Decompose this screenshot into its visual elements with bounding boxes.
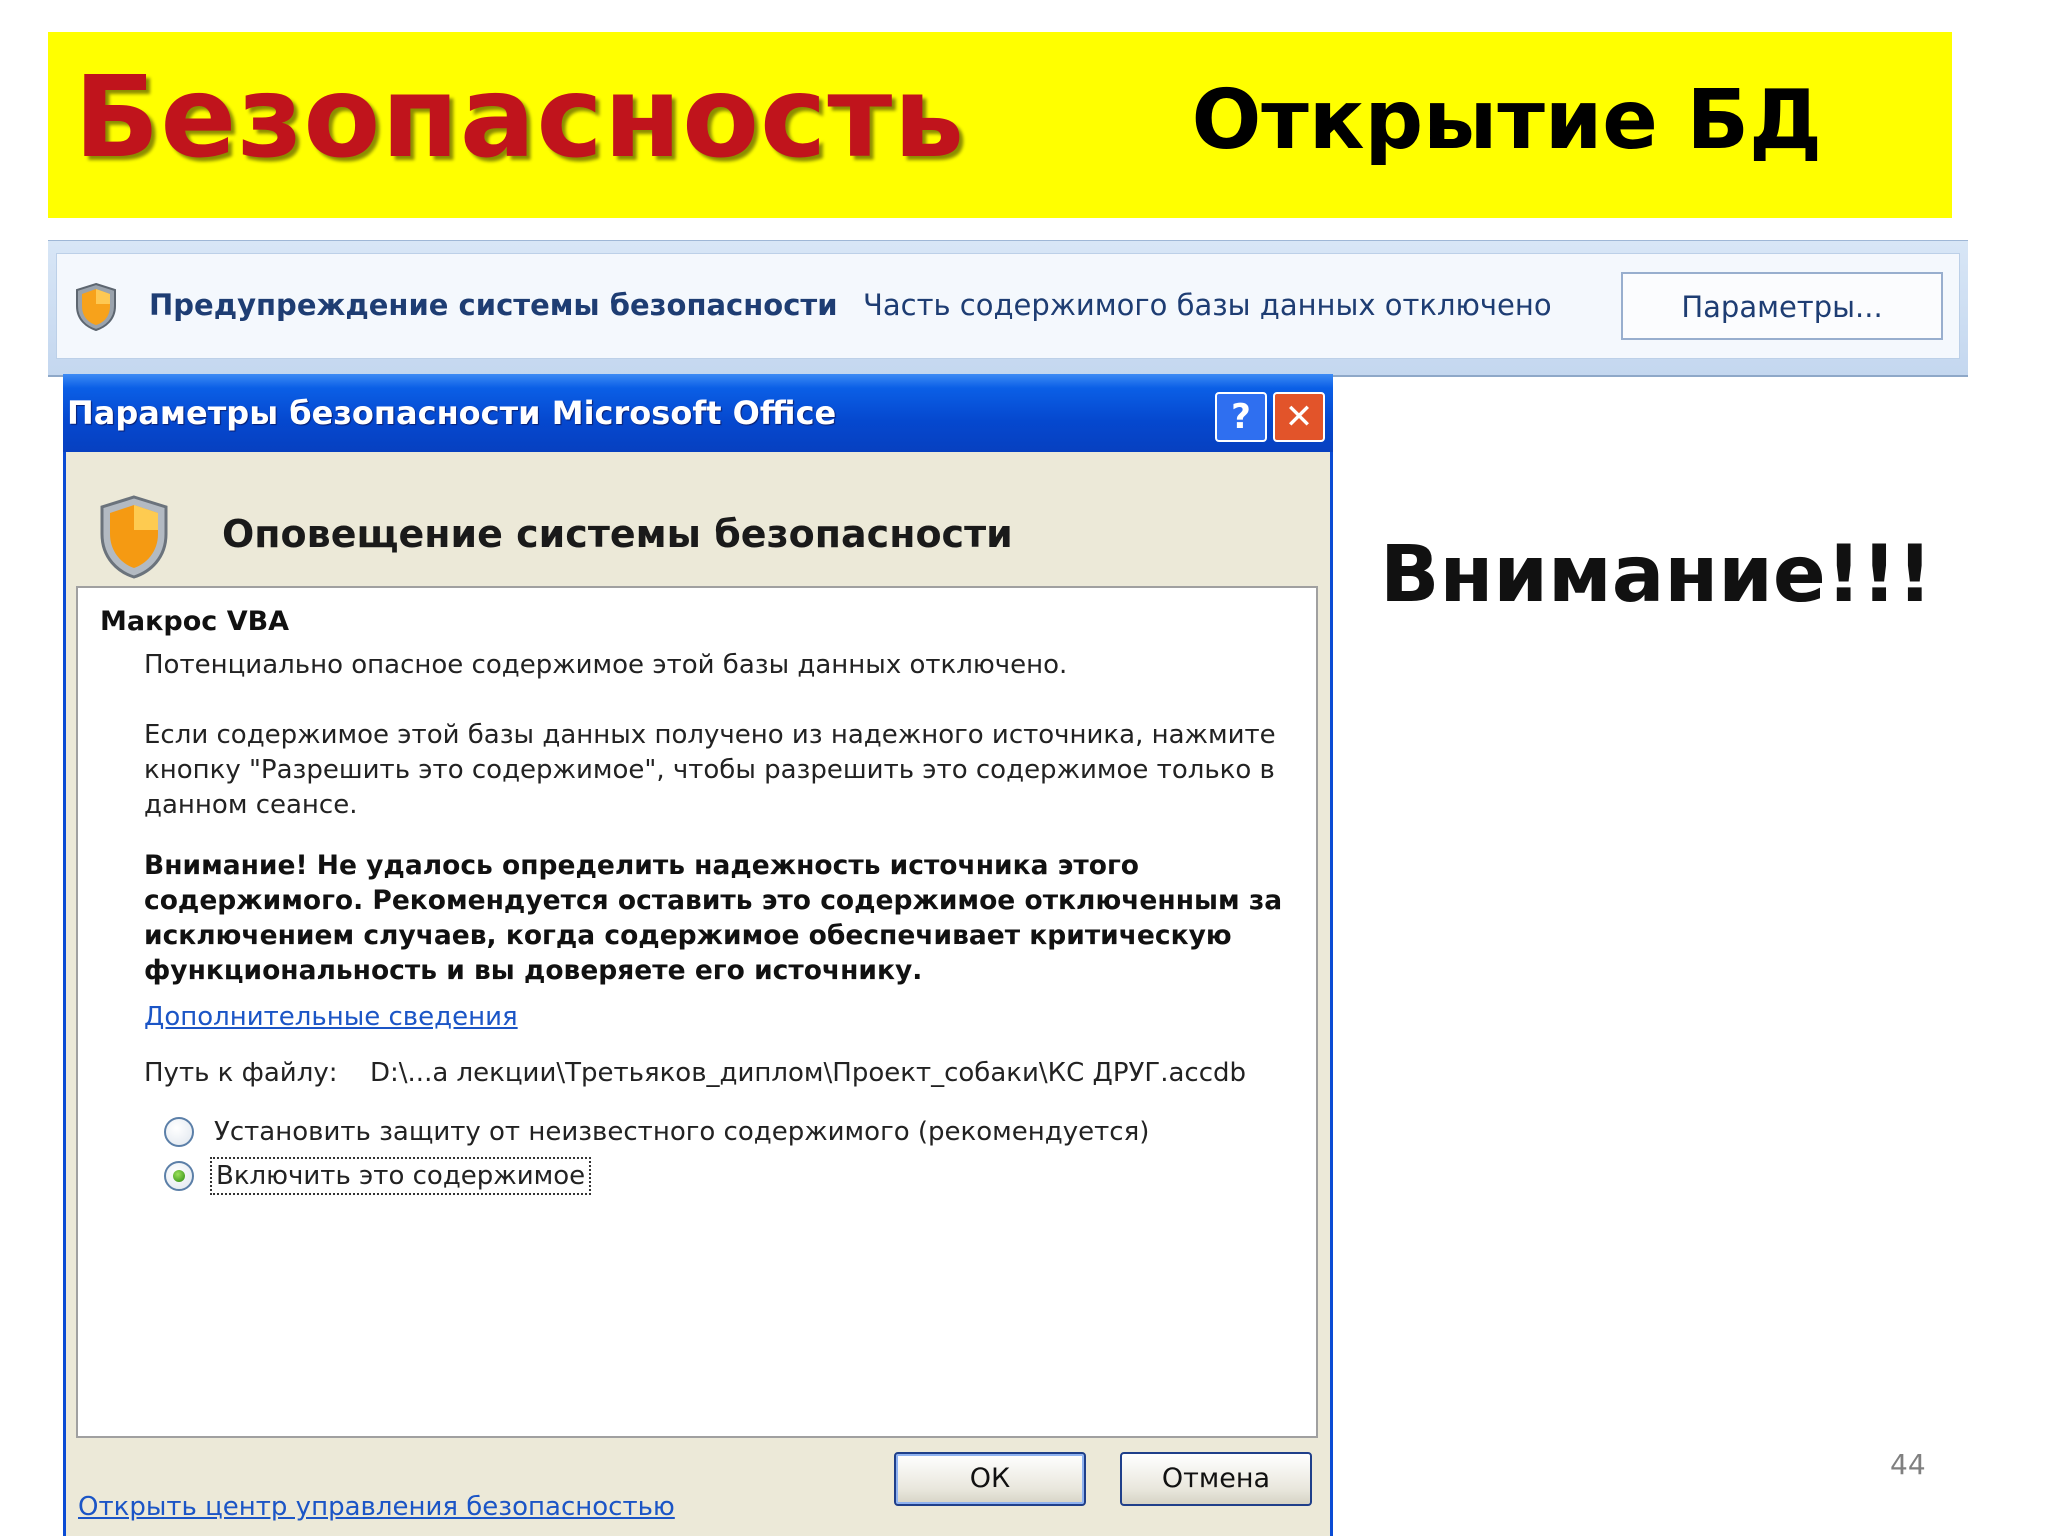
option-label[interactable]: Установить защиту от неизвестного содерж… <box>214 1117 1149 1147</box>
dialog-titlebar[interactable]: Параметры безопасности Microsoft Office … <box>63 374 1333 452</box>
close-button[interactable]: ✕ <box>1273 392 1325 442</box>
file-path-value: D:\...а лекции\Третьяков_диплом\Проект_с… <box>370 1058 1247 1088</box>
option-enable[interactable]: Включить это содержимое <box>164 1156 592 1196</box>
radio-button-selected[interactable] <box>164 1161 194 1191</box>
more-info-link[interactable]: Дополнительные сведения <box>144 1002 518 1032</box>
ok-button[interactable]: ОК <box>894 1452 1086 1506</box>
slide-subtitle: Открытие БД <box>1191 73 1822 168</box>
options-button[interactable]: Параметры... <box>1621 272 1943 340</box>
section-title: Макрос VBA <box>100 606 290 637</box>
message-bar-text: Часть содержимого базы данных отключено <box>863 288 1552 322</box>
slide-title: Безопасность <box>74 53 966 183</box>
message-bar-title: Предупреждение системы безопасности <box>149 288 838 322</box>
dialog-heading: Оповещение системы безопасности <box>222 512 1013 556</box>
option-protect[interactable]: Установить защиту от неизвестного содерж… <box>164 1112 1149 1152</box>
warning-text: Внимание! Не удалось определить надежнос… <box>144 850 1283 986</box>
file-path-label: Путь к файлу: <box>144 1058 338 1088</box>
attention-callout: Внимание!!! <box>1380 530 1933 620</box>
help-button[interactable]: ? <box>1215 392 1267 442</box>
message-bar-panel: Предупреждение системы безопасности Част… <box>56 253 1960 359</box>
cancel-button[interactable]: Отмена <box>1120 1452 1312 1506</box>
radio-button[interactable] <box>164 1117 194 1147</box>
slide-header: Безопасность Открытие БД <box>48 32 1952 218</box>
shield-icon <box>76 282 116 332</box>
dialog-title: Параметры безопасности Microsoft Office <box>67 394 837 432</box>
option-label[interactable]: Включить это содержимое <box>209 1157 592 1195</box>
page-number: 44 <box>1890 1448 1926 1481</box>
security-options-dialog: Параметры безопасности Microsoft Office … <box>63 374 1333 1536</box>
disabled-content-notice: Потенциально опасное содержимое этой баз… <box>144 650 1068 680</box>
trusted-source-instructions: Если содержимое этой базы данных получен… <box>144 720 1276 820</box>
security-message-bar: Предупреждение системы безопасности Част… <box>48 240 1968 377</box>
alert-content-panel: Макрос VBA Потенциально опасное содержим… <box>76 586 1318 1438</box>
security-shield-icon <box>100 495 168 579</box>
trust-center-link[interactable]: Открыть центр управления безопасностью <box>78 1492 675 1522</box>
